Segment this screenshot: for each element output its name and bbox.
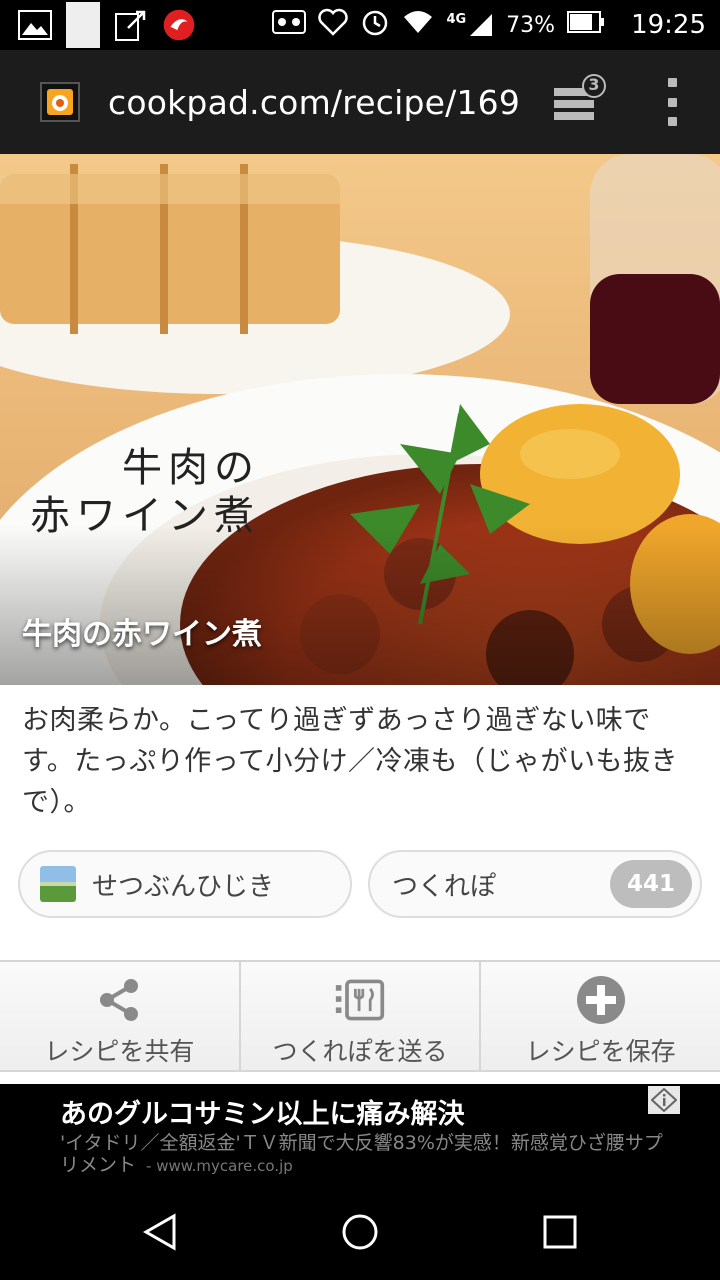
- save-recipe-button[interactable]: レシピを保存: [481, 962, 720, 1070]
- tabs-button[interactable]: 3: [550, 74, 610, 130]
- home-circle-icon[interactable]: [340, 1212, 380, 1252]
- recipe-description: お肉柔らか。こってり過ぎずあっさり過ぎない味です。たっぷり作って小分け／冷凍も（…: [22, 705, 678, 818]
- app-notification-icon: [162, 8, 196, 42]
- heart-icon: [318, 8, 349, 42]
- battery-icon: [567, 10, 605, 40]
- hero-calligraphy-text: 牛肉の 赤ワイン煮: [30, 444, 260, 540]
- share-notification-icon: [114, 8, 148, 42]
- tsukurepo-button[interactable]: つくれぽ 441: [368, 850, 702, 918]
- share-recipe-label: レシピを共有: [44, 1037, 195, 1066]
- share-recipe-button[interactable]: レシピを共有: [0, 962, 241, 1070]
- browser-toolbar: cookpad.com/recipe/169 3: [0, 50, 720, 154]
- url-field[interactable]: cookpad.com/recipe/169: [108, 83, 520, 122]
- recipe-title: 牛肉の赤ワイン煮: [22, 617, 262, 652]
- send-tsukurepo-label: つくれぽを送る: [272, 1037, 448, 1066]
- recipe-hero-image: 牛肉の 赤ワイン煮 牛肉の赤ワイン煮: [0, 154, 720, 685]
- tsukurepo-label: つくれぽ: [392, 871, 497, 902]
- system-navigation-bar: [0, 1184, 720, 1280]
- wifi-icon: [402, 9, 434, 41]
- recents-square-icon[interactable]: [540, 1212, 580, 1252]
- ad-body: 'イタドリ／全額返金'ＴＶ新聞で大反響83%が実感！新感覚ひざ腰サプリメント - …: [60, 1132, 670, 1177]
- save-recipe-label: レシピを保存: [525, 1037, 676, 1066]
- gallery-notification-icon: [18, 8, 52, 42]
- plus-circle-icon: [575, 974, 627, 1026]
- send-tsukurepo-button[interactable]: つくれぽを送る: [241, 962, 482, 1070]
- author-button[interactable]: せつぶんひじき: [18, 850, 352, 918]
- network-type: 4G: [446, 12, 467, 27]
- clock: 19:25: [631, 10, 706, 40]
- ad-banner[interactable]: あのグルコサミン以上に痛み解決 'イタドリ／全額返金'ＴＶ新聞で大反響83%が実…: [0, 1084, 720, 1184]
- author-avatar: [40, 866, 76, 902]
- tab-count-badge: 3: [588, 75, 600, 94]
- blank-notification-icon: [66, 2, 100, 48]
- author-name: せつぶんひじき: [92, 871, 275, 902]
- ad-domain: - www.mycare.co.jp: [146, 1157, 293, 1175]
- voicemail-icon: [272, 9, 307, 41]
- site-favicon-icon: [40, 82, 80, 122]
- ad-title[interactable]: あのグルコサミン以上に痛み解決: [60, 1092, 464, 1131]
- calligraphy-line-1: 牛肉の: [122, 445, 260, 491]
- calligraphy-line-2: 赤ワイン煮: [30, 493, 260, 539]
- status-bar: 4G 73% 19:25: [0, 0, 720, 50]
- battery-percent: 73%: [506, 12, 556, 38]
- alarm-icon: [360, 7, 390, 43]
- overflow-menu-button[interactable]: [660, 78, 684, 126]
- signal-icon: 4G: [446, 12, 494, 38]
- share-icon: [93, 974, 145, 1026]
- ad-info-icon[interactable]: [648, 1086, 680, 1114]
- back-triangle-icon[interactable]: [140, 1212, 180, 1252]
- tsukurepo-count-badge: 441: [610, 860, 692, 908]
- tsukurepo-icon: [334, 974, 386, 1026]
- recipe-action-bar: レシピを共有 つくれぽを送る レシピを保存: [0, 960, 720, 1072]
